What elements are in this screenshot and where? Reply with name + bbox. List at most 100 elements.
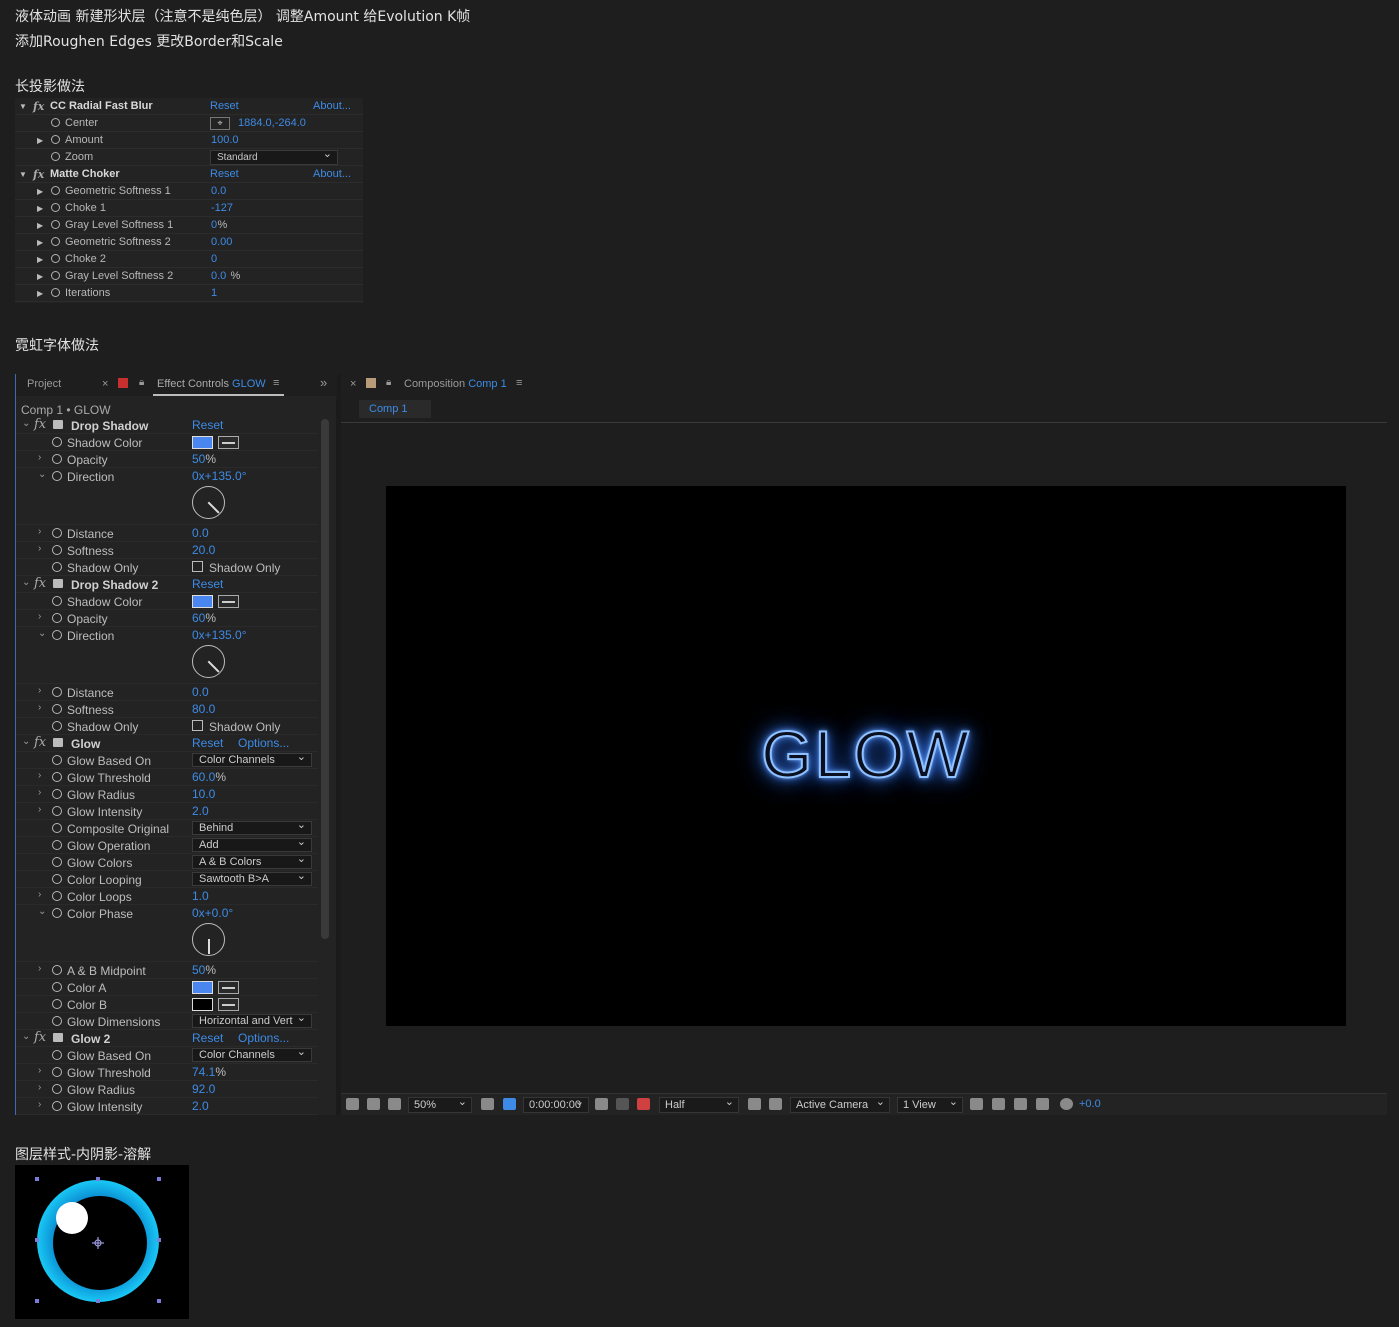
param-number[interactable]: 50 (192, 963, 205, 977)
color-swatch[interactable] (192, 436, 213, 449)
stopwatch-icon[interactable] (52, 891, 62, 901)
eyedropper-icon[interactable] (218, 998, 239, 1011)
param-number[interactable]: 60 (192, 611, 205, 625)
collapse-chevron-icon[interactable]: ⌄ (38, 469, 46, 480)
fast-previews-icon[interactable] (992, 1098, 1005, 1110)
composition-viewer[interactable]: GLOW (386, 486, 1346, 1026)
color-swatch[interactable] (192, 981, 213, 994)
stopwatch-icon[interactable] (52, 982, 62, 992)
monitor-icon[interactable] (367, 1098, 380, 1110)
reset-exposure-icon[interactable] (1060, 1098, 1073, 1110)
options-link[interactable]: Options... (238, 736, 289, 750)
param-value[interactable]: 0.0 (211, 270, 226, 282)
close-icon[interactable]: × (102, 378, 108, 390)
transparency-icon[interactable] (769, 1098, 782, 1110)
effect-header[interactable]: ▼ fx CC Radial Fast Blur Reset About... (15, 98, 363, 115)
stopwatch-icon[interactable] (52, 874, 62, 884)
expand-chevron-icon[interactable]: › (38, 452, 41, 463)
stopwatch-icon[interactable] (52, 545, 62, 555)
stopwatch-icon[interactable] (51, 118, 60, 127)
stopwatch-icon[interactable] (52, 1067, 62, 1077)
param-value[interactable]: 0.0 (192, 685, 209, 699)
zoom-dropdown[interactable]: 50% (408, 1095, 472, 1113)
param-value[interactable]: 0 (211, 253, 217, 265)
stopwatch-icon[interactable] (51, 220, 60, 229)
checkbox[interactable] (192, 720, 203, 731)
param-value[interactable]: 74.1% (192, 1065, 226, 1079)
camera-dropdown[interactable]: Active Camera (790, 1095, 890, 1113)
param-value[interactable]: 1.0 (192, 889, 209, 903)
tab-project[interactable]: Project (27, 378, 61, 390)
panel-menu-icon[interactable]: ≡ (273, 377, 279, 389)
param-number[interactable]: 74.1 (192, 1065, 215, 1079)
param-value[interactable]: 10.0 (192, 787, 215, 801)
param-value[interactable]: -127 (211, 202, 233, 214)
param-number[interactable]: 2.0 (192, 1099, 209, 1113)
collapse-chevron-icon[interactable]: ⌄ (22, 577, 30, 588)
param-value[interactable]: 80.0 (192, 702, 215, 716)
stopwatch-icon[interactable] (51, 288, 60, 297)
timecode-field[interactable]: 0:00:00:00 (523, 1095, 589, 1113)
stopwatch-icon[interactable] (52, 755, 62, 765)
stopwatch-icon[interactable] (52, 789, 62, 799)
expand-chevron-icon[interactable]: › (38, 1082, 41, 1093)
stopwatch-icon[interactable] (52, 562, 62, 572)
eyedropper-icon[interactable] (218, 595, 239, 608)
effect-header[interactable]: ⌄ fx Glow 2 Reset Options... (16, 1030, 318, 1047)
collapse-triangle-icon[interactable]: ▼ (19, 102, 27, 111)
show-snapshot-icon[interactable] (616, 1098, 629, 1110)
stopwatch-icon[interactable] (51, 271, 60, 280)
checkbox[interactable] (192, 561, 203, 572)
safe-zones-icon[interactable] (481, 1098, 494, 1110)
param-value[interactable]: 20.0 (192, 543, 215, 557)
param-value[interactable]: 1884.0,-264.0 (238, 117, 306, 129)
effect-lock-icon[interactable] (53, 738, 63, 747)
scrollbar[interactable] (321, 419, 329, 939)
param-value[interactable]: 2.0 (192, 1099, 209, 1113)
reset-link[interactable]: Reset (192, 577, 223, 591)
expand-triangle-icon[interactable]: ▶ (37, 204, 43, 213)
param-value[interactable]: 60.0% (192, 770, 226, 784)
param-number[interactable]: 10.0 (192, 787, 215, 801)
param-number[interactable]: 60.0 (192, 770, 215, 784)
param-value[interactable]: 0.00 (211, 236, 232, 248)
stopwatch-icon[interactable] (52, 999, 62, 1009)
param-number[interactable]: 80.0 (192, 702, 215, 716)
comp-viewer-tab[interactable]: Comp 1 (359, 400, 431, 418)
collapse-chevron-icon[interactable]: ⌄ (38, 628, 46, 639)
stopwatch-icon[interactable] (52, 471, 62, 481)
resolution-dropdown[interactable]: Half (659, 1095, 739, 1113)
reset-link[interactable]: Reset (192, 736, 223, 750)
effect-lock-icon[interactable] (53, 579, 63, 588)
effect-lock-icon[interactable] (53, 420, 63, 429)
expand-chevron-icon[interactable]: › (38, 804, 41, 815)
param-dropdown[interactable]: Horizontal and Vert (192, 1012, 312, 1028)
param-number[interactable]: 0.0 (192, 526, 209, 540)
fx-icon[interactable]: fx (34, 1030, 46, 1045)
expand-chevron-icon[interactable]: › (38, 770, 41, 781)
param-number[interactable]: 1.0 (192, 889, 209, 903)
eyedropper-icon[interactable] (218, 436, 239, 449)
param-value[interactable]: 2.0 (192, 804, 209, 818)
stopwatch-icon[interactable] (52, 454, 62, 464)
mask-icon[interactable] (388, 1098, 401, 1110)
angle-dial[interactable] (192, 645, 225, 678)
param-value[interactable]: 50% (192, 452, 216, 466)
param-dropdown[interactable]: Color Channels (192, 751, 312, 767)
stopwatch-icon[interactable] (52, 965, 62, 975)
collapse-triangle-icon[interactable]: ▼ (19, 170, 27, 179)
param-number[interactable]: 20.0 (192, 543, 215, 557)
stopwatch-icon[interactable] (52, 613, 62, 623)
expand-triangle-icon[interactable]: ▶ (37, 255, 43, 264)
options-link[interactable]: Options... (238, 1031, 289, 1045)
param-dropdown[interactable]: Behind (192, 819, 312, 835)
exposure-value[interactable]: +0.0 (1079, 1098, 1101, 1110)
param-value[interactable]: 60% (192, 611, 216, 625)
stopwatch-icon[interactable] (51, 254, 60, 263)
expand-triangle-icon[interactable]: ▶ (37, 136, 43, 145)
param-dropdown[interactable]: Add (192, 836, 312, 852)
collapse-chevron-icon[interactable]: ⌄ (22, 418, 30, 429)
timeline-icon[interactable] (1014, 1098, 1027, 1110)
param-dropdown[interactable]: Sawtooth B>A (192, 870, 312, 886)
flowchart-icon[interactable] (1036, 1098, 1049, 1110)
